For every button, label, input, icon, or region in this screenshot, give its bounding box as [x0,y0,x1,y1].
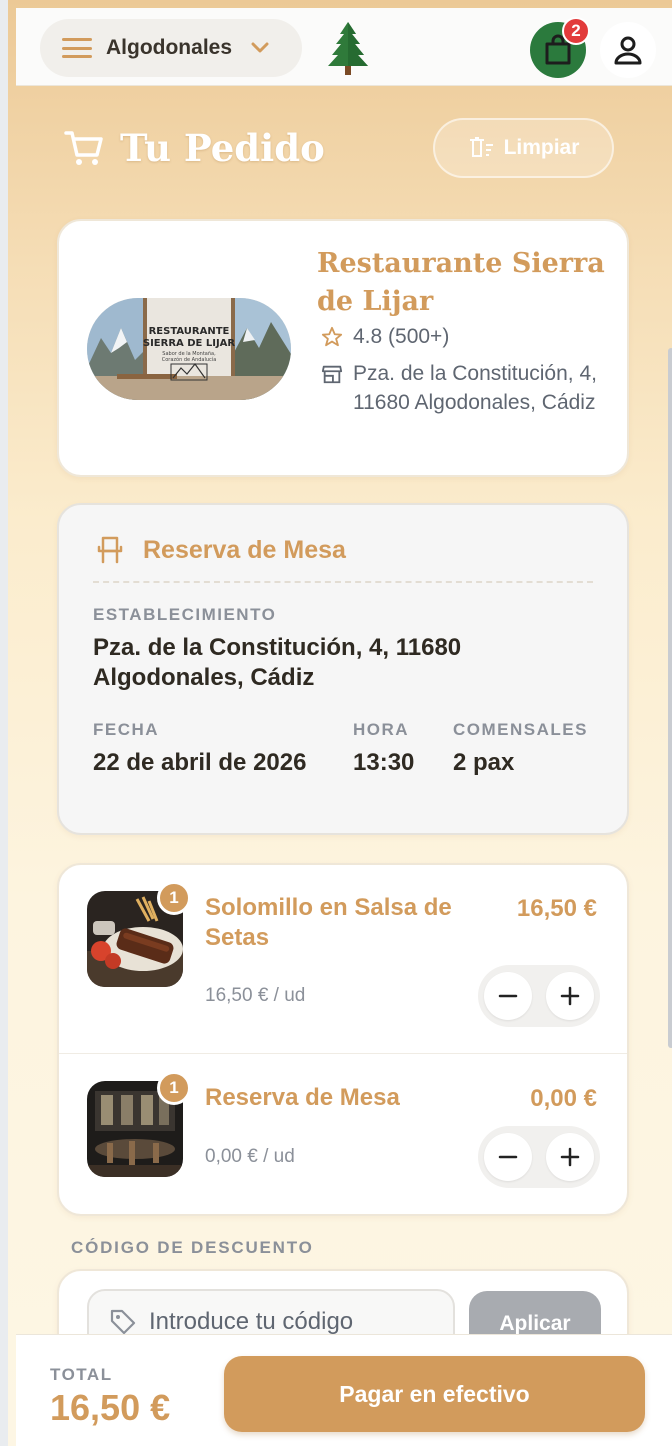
establishment-label: ESTABLECIMIENTO [93,605,277,624]
svg-text:SIERRA DE LIJAR: SIERRA DE LIJAR [143,338,236,349]
app-frame: Algodonales 2 Tu Pedido Limpiar RESTAURA… [0,0,672,1446]
cart-icon [64,131,103,165]
clear-label: Limpiar [503,136,580,159]
minus-icon [498,994,518,998]
plus-icon [560,986,580,1006]
quantity-stepper [478,965,600,1027]
clear-cart-button[interactable]: Limpiar [433,118,614,178]
discount-label: CÓDIGO DE DESCUENTO [71,1238,314,1257]
pine-tree-icon [328,22,368,75]
menu-icon [62,38,92,58]
plus-icon [560,1147,580,1167]
time-value: 13:30 [353,749,415,776]
user-button[interactable] [600,22,656,78]
item-unit-price: 16,50 € / ud [205,985,306,1006]
location-label: Algodonales [106,36,233,59]
minus-icon [498,1155,518,1159]
item-name: Solomillo en Salsa de Setas [205,894,452,951]
discount-input[interactable] [149,1308,449,1336]
tag-icon [110,1309,136,1335]
decrease-button[interactable] [484,972,532,1020]
restaurant-image: RESTAURANTE SIERRA DE LIJAR Sabor de la … [87,298,291,400]
svg-text:Corazón de Andalucía: Corazón de Andalucía [162,356,217,363]
rating-text: 4.8 (500+) [353,325,450,348]
location-selector[interactable]: Algodonales [40,19,302,77]
item-unit-price: 0,00 € / ud [205,1146,295,1167]
item-price: 16,50 € [516,895,597,922]
divider [93,581,593,583]
chevron-down-icon [251,42,269,53]
pay-cash-button[interactable]: Pagar en efectivo [224,1356,645,1432]
cart-count-badge: 2 [562,17,590,45]
page-header: Tu Pedido [64,118,325,178]
date-value: 22 de abril de 2026 [93,749,307,776]
total-value: 16,50 € [50,1387,171,1428]
star-icon [321,326,343,347]
guests-label: COMENSALES [453,720,588,739]
reservation-card: Reserva de Mesa ESTABLECIMIENTO Pza. de … [57,503,629,835]
reservation-header: Reserva de Mesa [95,535,346,565]
reservation-title: Reserva de Mesa [143,535,346,564]
increase-button[interactable] [546,972,594,1020]
restaurant-name: Restaurante Sierra de Lijar [317,248,605,317]
item-price: 0,00 € [530,1085,597,1112]
list-item: 1 Solomillo en Salsa de Setas 16,50 € 16… [59,865,627,1054]
trash-icon [469,137,493,157]
item-quantity-badge: 1 [157,881,191,915]
chair-icon [97,536,123,564]
establishment-value: Pza. de la Constitución, 4, 11680 Algodo… [93,634,462,691]
restaurant-address: Pza. de la Constitución, 4, 11680 Algodo… [321,359,611,417]
order-items-card: 1 Solomillo en Salsa de Setas 16,50 € 16… [57,863,629,1216]
top-bar: Algodonales 2 [16,8,672,86]
checkout-footer: TOTAL 16,50 € Pagar en efectivo [16,1334,672,1446]
decrease-button[interactable] [484,1133,532,1181]
date-label: FECHA [93,720,160,739]
scrollbar-thumb[interactable] [668,348,672,1048]
guests-value: 2 pax [453,749,515,776]
svg-text:RESTAURANTE: RESTAURANTE [149,326,230,337]
address-text: Pza. de la Constitución, 4, 11680 Algodo… [353,362,597,414]
restaurant-rating: 4.8 (500+) [321,325,449,349]
item-quantity-badge: 1 [157,1071,191,1105]
store-icon [321,365,343,384]
user-icon [614,36,642,65]
quantity-stepper [478,1126,600,1188]
scrollbar[interactable] [668,86,672,1334]
total-label: TOTAL [50,1365,113,1384]
increase-button[interactable] [546,1133,594,1181]
restaurant-card[interactable]: RESTAURANTE SIERRA DE LIJAR Sabor de la … [57,219,629,477]
item-name: Reserva de Mesa [205,1084,400,1111]
list-item: 1 Reserva de Mesa 0,00 € 0,00 € / ud [59,1053,627,1241]
time-label: HORA [353,720,410,739]
page-title: Tu Pedido [120,126,325,170]
